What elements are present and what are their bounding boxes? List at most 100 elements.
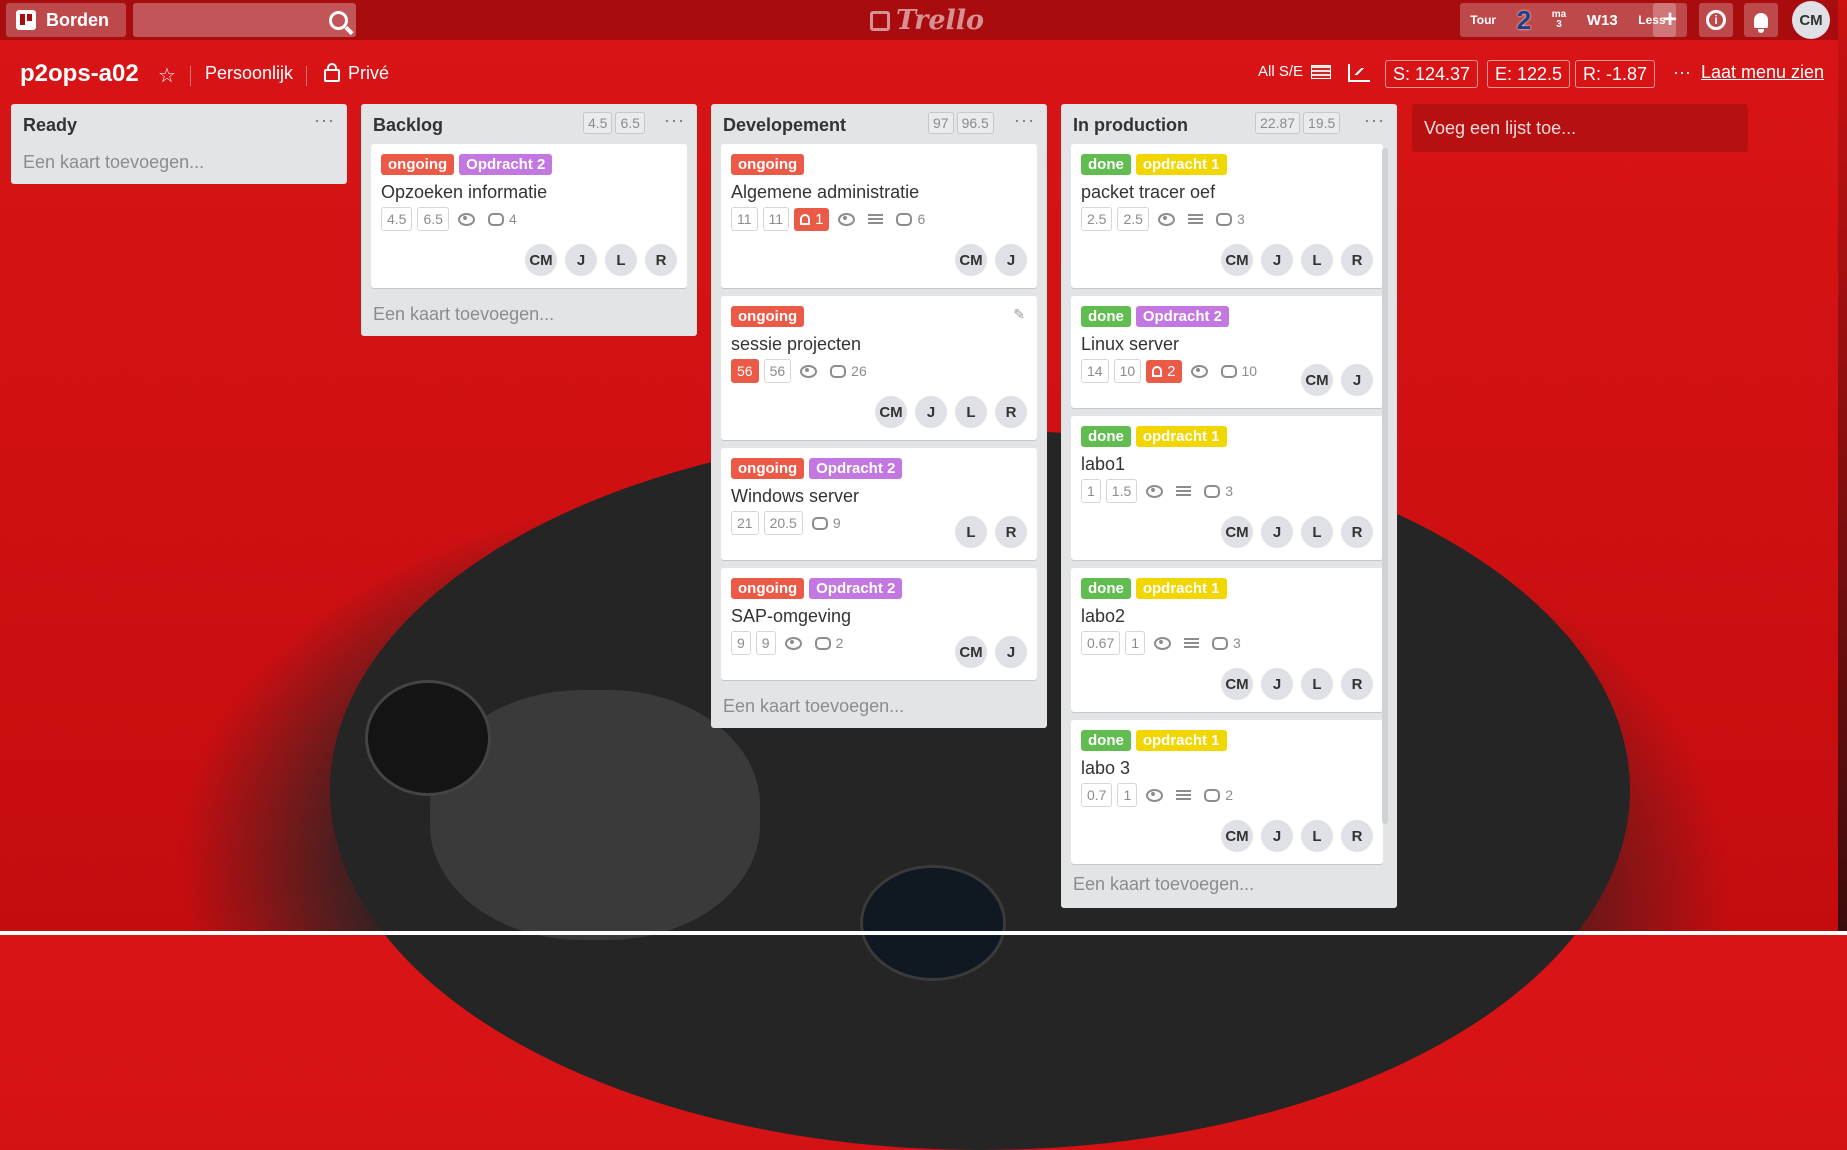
spent-badge: 14 (1081, 359, 1109, 383)
member-avatar[interactable]: L (1301, 820, 1333, 852)
notifications-button[interactable] (1744, 3, 1778, 37)
card[interactable]: done opdracht 1 labo 3 0.7 1 2 CM J L R (1071, 720, 1383, 864)
list-scrollbar[interactable] (1382, 148, 1388, 824)
member-avatar[interactable]: CM (875, 396, 907, 428)
create-button[interactable]: + (1653, 3, 1687, 37)
member-avatar[interactable]: CM (1301, 364, 1333, 396)
member-avatar[interactable]: J (995, 244, 1027, 276)
stat-remaining: R: -1.87 (1575, 60, 1656, 88)
list-title[interactable]: Developement (723, 115, 846, 136)
edit-pencil-icon[interactable]: ✎ (1013, 306, 1025, 323)
spent-badge: 0.67 (1081, 631, 1121, 655)
card[interactable]: ongoing Opdracht 2 Opzoeken informatie 4… (371, 144, 687, 288)
add-list-button[interactable]: Voeg een lijst toe... (1412, 104, 1748, 152)
list-header[interactable]: In production 22.87 19.5 ··· (1061, 104, 1397, 144)
info-button[interactable]: i (1699, 3, 1733, 37)
member-avatar[interactable]: J (1261, 516, 1293, 548)
date-widget: ma 3 (1552, 10, 1566, 30)
comments-badge: 3 (1215, 211, 1245, 227)
member-avatar[interactable]: L (605, 244, 637, 276)
comment-icon (1215, 212, 1232, 226)
card-badges: 21 20.5 9 (731, 511, 841, 535)
member-avatar[interactable]: R (1341, 244, 1373, 276)
member-avatar[interactable]: L (1301, 244, 1333, 276)
list-header[interactable]: Ready ··· (11, 104, 347, 144)
card-badges: 0.67 1 3 (1081, 631, 1241, 655)
member-avatar[interactable]: L (1301, 516, 1333, 548)
board-title[interactable]: p2ops-a02 (20, 60, 139, 88)
member-avatar[interactable]: J (915, 396, 947, 428)
member-avatar[interactable]: R (995, 516, 1027, 548)
list-menu-icon[interactable]: ··· (1364, 110, 1385, 131)
watch-icon (1154, 636, 1172, 650)
list-title[interactable]: Ready (23, 115, 77, 136)
add-card-button[interactable]: Een kaart toevoegen... (11, 144, 347, 184)
member-avatar[interactable]: R (1341, 516, 1373, 548)
list-menu-icon[interactable]: ··· (664, 110, 685, 131)
member-avatar[interactable]: L (955, 396, 987, 428)
estimate-badge: 1 (1117, 783, 1138, 807)
card[interactable]: done opdracht 1 labo2 0.67 1 3 CM J L R (1071, 568, 1383, 712)
member-avatar[interactable]: R (1341, 820, 1373, 852)
search-box[interactable] (133, 3, 356, 37)
member-avatar[interactable]: CM (1221, 820, 1253, 852)
description-icon (1176, 789, 1192, 801)
member-avatar[interactable]: J (1261, 244, 1293, 276)
member-avatar[interactable]: J (565, 244, 597, 276)
add-card-button[interactable]: Een kaart toevoegen... (1061, 866, 1397, 906)
show-menu-link[interactable]: ··· Laat menu zien (1673, 62, 1824, 83)
member-avatar[interactable]: J (1261, 668, 1293, 700)
card[interactable]: ongoing Opdracht 2 SAP-omgeving 9 9 2 CM… (721, 568, 1037, 680)
card[interactable]: done Opdracht 2 Linux server 14 10 2 10 … (1071, 296, 1383, 408)
trello-logo[interactable]: Trello (870, 5, 984, 36)
card[interactable]: done opdracht 1 labo1 1 1.5 3 CM J L R (1071, 416, 1383, 560)
card[interactable]: ✎ ongoing sessie projecten 56 56 26 CM J… (721, 296, 1037, 440)
card[interactable]: ongoing Algemene administratie 11 11 1 6… (721, 144, 1037, 288)
member-avatar[interactable]: CM (1221, 244, 1253, 276)
member-avatar[interactable]: J (995, 636, 1027, 668)
list-title[interactable]: Backlog (373, 115, 443, 136)
spent-badge: 21 (731, 511, 759, 535)
visibility-button[interactable]: Privé (324, 63, 389, 84)
card[interactable]: done opdracht 1 packet tracer oef 2.5 2.… (1071, 144, 1383, 288)
member-avatar[interactable]: R (645, 244, 677, 276)
list-estimates: 97 96.5 (928, 112, 994, 134)
search-input[interactable] (141, 8, 325, 34)
tour-week-widget[interactable]: Tour 2 ma 3 W13 Less (1460, 3, 1676, 37)
member-avatar[interactable]: L (955, 516, 987, 548)
add-card-button[interactable]: Een kaart toevoegen... (361, 296, 697, 336)
member-avatar[interactable]: CM (955, 636, 987, 668)
watch-icon (1157, 212, 1175, 226)
member-avatar[interactable]: CM (525, 244, 557, 276)
comment-icon (1204, 484, 1221, 498)
filter-all-se[interactable]: All S/E (1258, 63, 1332, 80)
card-scroll-area[interactable]: done opdracht 1 packet tracer oef 2.5 2.… (1061, 144, 1383, 866)
member-avatar[interactable]: CM (1221, 516, 1253, 548)
member-avatar[interactable]: R (1341, 668, 1373, 700)
team-button[interactable]: Persoonlijk (205, 63, 293, 84)
member-avatar[interactable]: R (995, 396, 1027, 428)
list-header[interactable]: Developement 97 96.5 ··· (711, 104, 1047, 144)
list-title[interactable]: In production (1073, 115, 1188, 136)
card-members: CM J L R (1221, 820, 1373, 852)
background-pug-eye (860, 865, 1006, 981)
member-avatar[interactable]: J (1341, 364, 1373, 396)
member-avatar[interactable]: CM (955, 244, 987, 276)
list-menu-icon[interactable]: ··· (1014, 110, 1035, 131)
card[interactable]: ongoing Opdracht 2 Windows server 21 20.… (721, 448, 1037, 560)
member-avatar[interactable]: L (1301, 668, 1333, 700)
window-scrollbar[interactable] (1838, 0, 1847, 935)
star-icon[interactable]: ☆ (158, 63, 176, 88)
boards-button[interactable]: Borden (6, 3, 126, 37)
list-header[interactable]: Backlog 4.5 6.5 ··· (361, 104, 697, 144)
member-avatar[interactable]: J (1261, 820, 1293, 852)
search-icon[interactable] (329, 10, 348, 30)
user-avatar[interactable]: CM (1792, 1, 1830, 39)
member-avatar[interactable]: CM (1221, 668, 1253, 700)
list-menu-icon[interactable]: ··· (314, 110, 335, 131)
chart-icon[interactable] (1348, 64, 1370, 82)
comment-count: 9 (832, 515, 841, 531)
add-card-button[interactable]: Een kaart toevoegen... (711, 688, 1047, 728)
card-members: CM J L R (875, 396, 1027, 428)
comments-badge: 3 (1204, 483, 1233, 499)
